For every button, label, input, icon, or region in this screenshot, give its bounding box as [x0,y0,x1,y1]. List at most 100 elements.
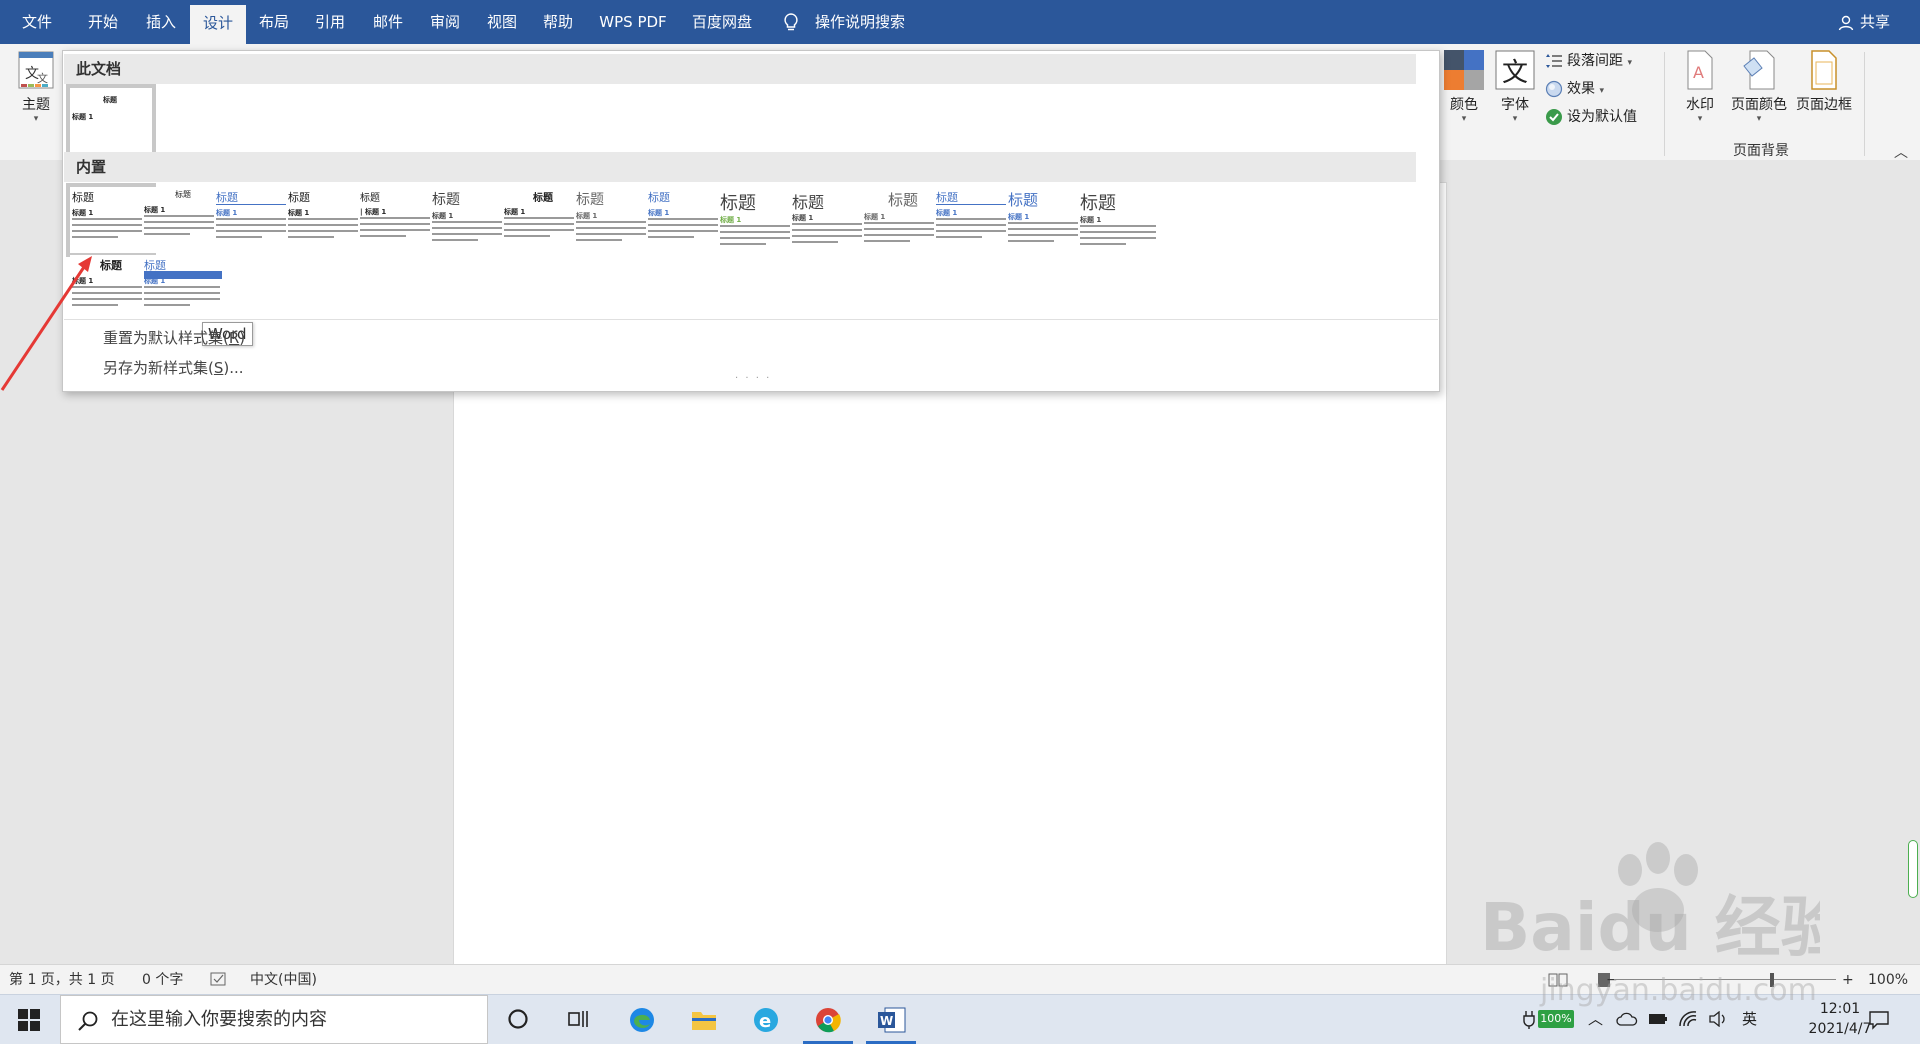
style-set-thumb[interactable]: 标题 标题 1 [1078,187,1160,253]
effects-button[interactable]: 效果 ▾ [1545,78,1604,98]
onedrive-cloud-icon[interactable] [1616,1012,1638,1026]
paragraph-spacing-button[interactable]: 段落间距 ▾ [1545,50,1632,70]
battery-icon[interactable] [1648,1012,1668,1026]
battery-status[interactable]: 100% [1538,1010,1574,1028]
task-view-button[interactable] [550,995,608,1044]
volume-icon[interactable] [1708,1011,1728,1027]
zoom-out-button[interactable]: − [1606,965,1618,995]
style-set-thumb[interactable]: 标题 标题 1 [1006,187,1088,253]
scrollbar-thumb[interactable] [1908,840,1918,898]
style-set-thumb[interactable]: 标题 标题 1 [142,187,224,253]
share-button[interactable]: 共享 [1837,0,1890,44]
style-set-thumb[interactable]: 标题 标题 1 [718,187,800,253]
thumb-text-line [216,230,292,232]
thumb-title: 标题 [360,193,380,204]
page-color-icon [1743,50,1775,90]
zoom-slider[interactable] [1614,979,1836,980]
windows-start-icon[interactable] [18,1009,40,1031]
thumb-text-line [144,215,220,217]
save-style-set-item[interactable]: 另存为新样式集(S)... [103,357,244,378]
resize-grip-icon[interactable]: · · · · [735,373,771,384]
thumb-text-line [864,240,910,242]
zoom-slider-handle[interactable] [1770,973,1774,987]
page-borders-button[interactable]: 页面边框 [1794,50,1854,114]
thumb-title: 标题 [1008,191,1039,209]
style-set-thumb[interactable]: 标题 标题 1 [286,187,368,253]
set-as-default-button[interactable]: 设为默认值 [1545,106,1637,126]
tab-wps-pdf[interactable]: WPS PDF [590,0,676,44]
style-set-thumb[interactable]: 标题 标题 1 [790,187,872,253]
tab-mailings[interactable]: 邮件 [360,0,416,44]
watermark-button[interactable]: A 水印 ▾ [1680,50,1720,124]
word-app-button[interactable]: W [862,995,920,1044]
windows-taskbar: 在这里输入你要搜索的内容 e W 100% ︿ 英 12:01 2021/4/7 [0,994,1920,1044]
effects-label: 效果 [1567,81,1595,97]
chrome-button[interactable] [799,995,857,1044]
style-set-thumb[interactable]: 标题 标题 1 [862,187,944,253]
fonts-button[interactable]: 文 字体 ▾ [1492,50,1538,124]
colors-button[interactable]: 颜色 ▾ [1440,50,1488,124]
cortana-button[interactable] [490,995,548,1044]
thumb-title: 标题 [432,192,460,208]
ribbon-separator [1864,52,1865,156]
tab-insert[interactable]: 插入 [132,0,190,44]
thumb-title: 标题 [216,191,238,204]
style-set-thumb[interactable]: 标题 标题 1 [430,187,512,253]
tab-help[interactable]: 帮助 [530,0,586,44]
thumb-text-line [72,236,118,238]
read-mode-icon[interactable] [1548,972,1568,988]
word-count[interactable]: 0 个字 [142,965,183,995]
chevron-down-icon: ▾ [1461,114,1467,124]
tab-design[interactable]: 设计 [190,5,246,44]
style-set-thumb[interactable]: 标题 | 标题 1 [358,187,440,253]
chevron-up-icon[interactable]: ︿ [1588,995,1603,1044]
thumb-rule [216,204,292,205]
edge-browser-button[interactable] [613,995,671,1044]
thumb-text-line [720,231,796,233]
thumb-title: 标题 [936,191,958,204]
collapse-ribbon-icon[interactable]: ︿ [1894,142,1908,162]
tab-home[interactable]: 开始 [74,0,132,44]
notification-icon[interactable] [1868,1009,1890,1031]
tab-view[interactable]: 视图 [474,0,530,44]
thumb-heading: 标题 1 [72,209,94,217]
thumb-text-line [144,221,220,223]
style-set-thumb[interactable]: 标题 标题 1 [142,255,224,321]
tab-layout[interactable]: 布局 [246,0,302,44]
proofing-icon[interactable] [210,972,228,986]
wifi-icon[interactable] [1678,1010,1698,1028]
thumb-text-line [1080,237,1156,239]
style-set-thumb[interactable]: 标题 标题 1 [934,187,1016,253]
language-indicator[interactable]: 中文(中国) [250,965,317,995]
thumb-heading: 标题 1 [576,212,598,220]
tab-baidu-netdisk[interactable]: 百度网盘 [684,0,760,44]
taskbar-search-box[interactable]: 在这里输入你要搜索的内容 [60,995,488,1044]
style-set-thumb[interactable]: 标题 标题 1 [66,183,156,257]
thumb-text-line [360,235,406,237]
thumb-text-line [144,304,190,306]
thumb-text-line [648,230,724,232]
zoom-level[interactable]: 100% [1868,965,1908,995]
thumb-text-line [792,241,838,243]
style-set-thumb[interactable]: 标题 标题 1 [502,187,584,253]
style-set-thumb[interactable]: 标题 标题 1 [574,187,656,253]
reset-style-set-item[interactable]: 重置为默认样式集(R) [103,327,245,348]
thumb-text-line [792,229,868,231]
style-set-thumb[interactable]: 标题 标题 1 [646,187,728,253]
tell-me-search[interactable]: 操作说明搜索 [810,0,910,44]
tab-review[interactable]: 审阅 [417,0,473,44]
page-count[interactable]: 第 1 页，共 1 页 [9,965,115,995]
zoom-in-button[interactable]: + [1842,965,1854,995]
file-explorer-button[interactable] [675,995,733,1044]
thumb-text-line [72,218,148,220]
style-thumb-current[interactable]: 标题 标题 1 [66,84,156,158]
style-set-thumb[interactable]: 标题 标题 1 [214,187,296,253]
chevron-down-icon: ▾ [33,114,39,124]
themes-button[interactable]: 文 文 主题 ▾ [12,50,60,124]
tab-references[interactable]: 引用 [302,0,358,44]
thumb-text-line [288,236,334,238]
page-color-button[interactable]: 页面颜色 ▾ [1722,50,1796,124]
ime-indicator[interactable]: 英 [1742,995,1757,1044]
ie-browser-button[interactable]: e [737,995,795,1044]
tab-file[interactable]: 文件 [8,0,66,44]
